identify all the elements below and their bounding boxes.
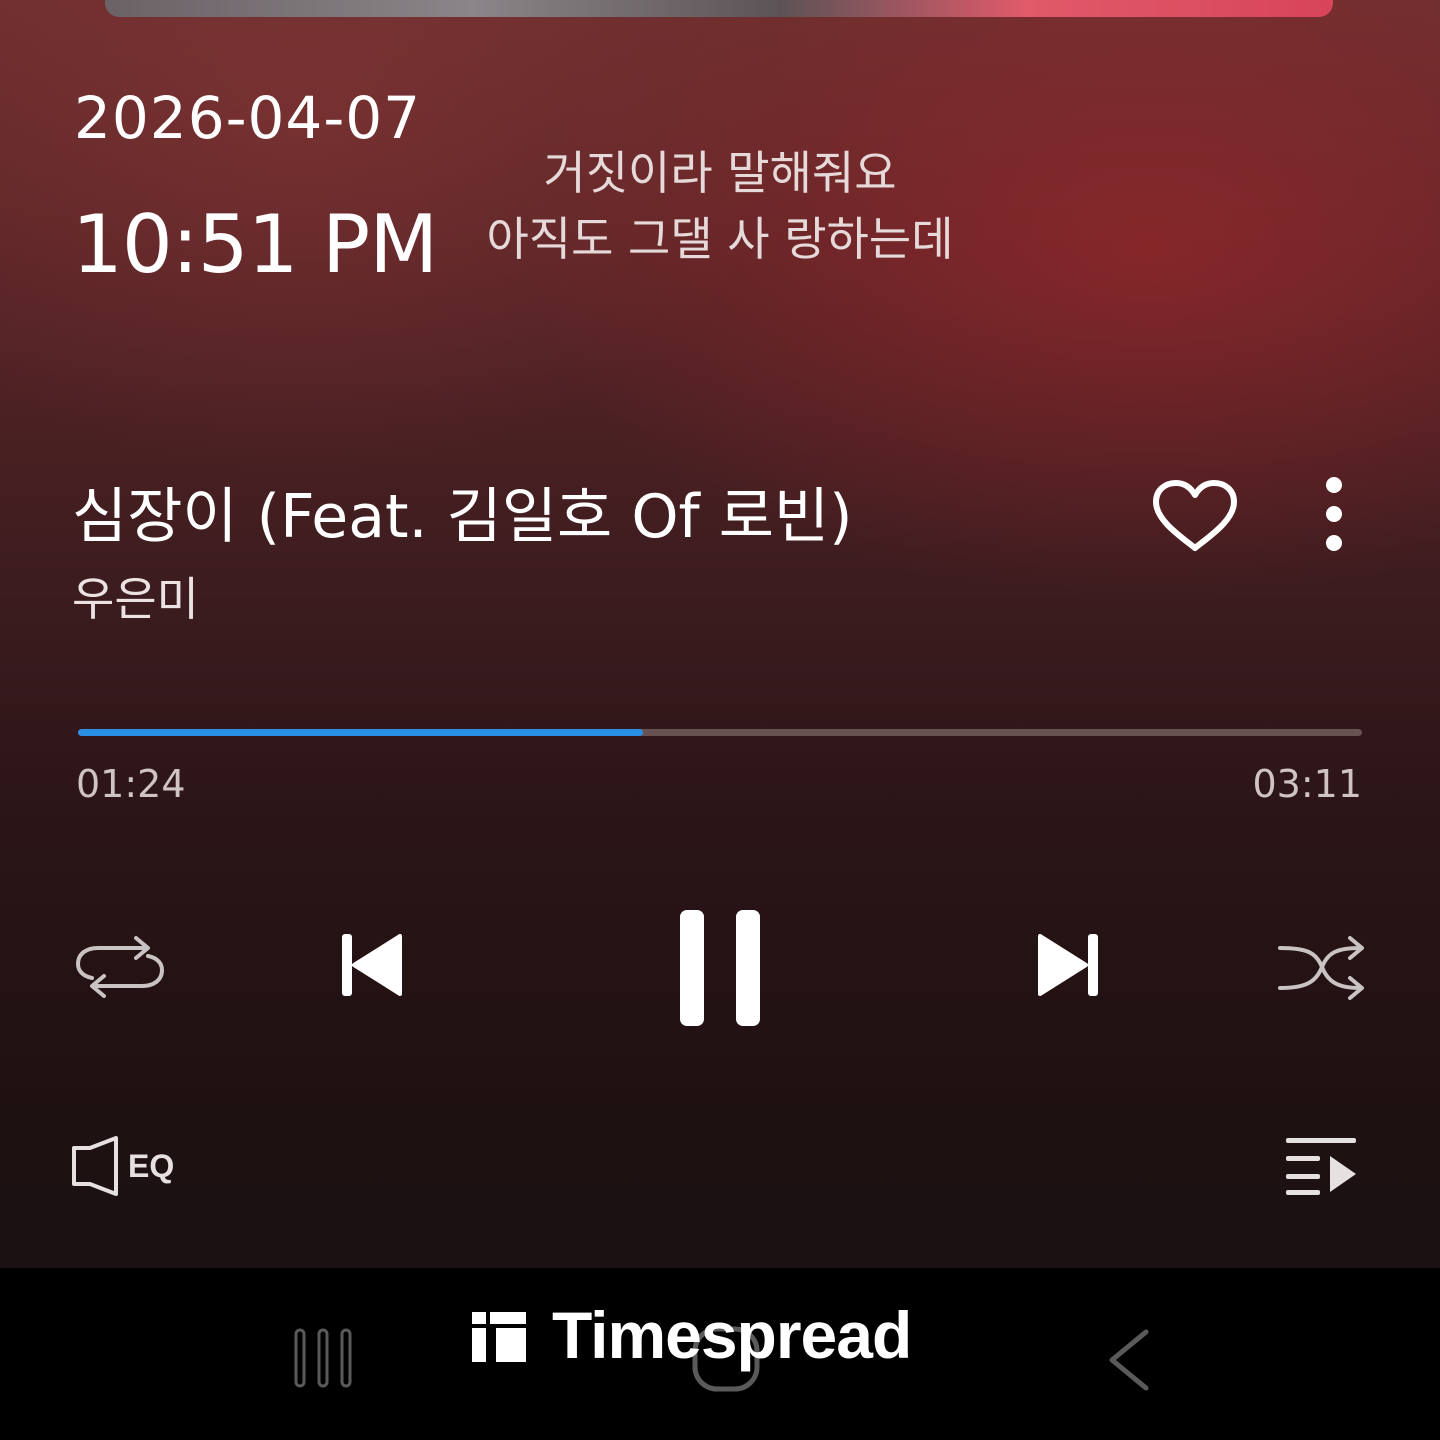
skip-previous-icon[interactable]: [338, 930, 404, 1000]
album-art-edge: [105, 0, 1333, 17]
more-options-icon[interactable]: [1312, 474, 1356, 554]
timespread-logo-icon: [472, 1312, 526, 1362]
seek-bar-progress: [78, 729, 643, 736]
song-title: 심장이 (Feat. 김일호 Of 로빈): [72, 482, 853, 552]
pause-icon[interactable]: [672, 906, 768, 1030]
lockscreen-date: 2026-04-07: [74, 84, 422, 152]
repeat-icon[interactable]: [72, 932, 168, 1002]
seek-bar[interactable]: [78, 729, 1362, 736]
eq-button[interactable]: EQ: [128, 1148, 174, 1185]
watermark-text: Timespread: [552, 1298, 912, 1372]
lyric-line-current: 거짓이라 말해줘요: [543, 146, 897, 200]
elapsed-time: 01:24: [76, 762, 186, 806]
queue-icon[interactable]: [1282, 1134, 1360, 1196]
heart-icon[interactable]: [1150, 478, 1240, 554]
watermark: Timespread: [470, 1298, 912, 1372]
recent-apps-icon[interactable]: [292, 1326, 354, 1390]
shuffle-icon[interactable]: [1276, 932, 1366, 1002]
artist-name: 우은미: [72, 572, 199, 626]
lyric-line-next: 아직도 그댈 사 랑하는데: [486, 212, 954, 266]
skip-next-icon[interactable]: [1036, 930, 1102, 1000]
total-duration: 03:11: [1252, 762, 1362, 806]
lockscreen-time: 10:51 PM: [72, 198, 438, 291]
back-icon[interactable]: [1104, 1326, 1154, 1394]
lyrics-panel[interactable]: 거짓이라 말해줘요 아직도 그댈 사 랑하는데: [440, 140, 1000, 272]
